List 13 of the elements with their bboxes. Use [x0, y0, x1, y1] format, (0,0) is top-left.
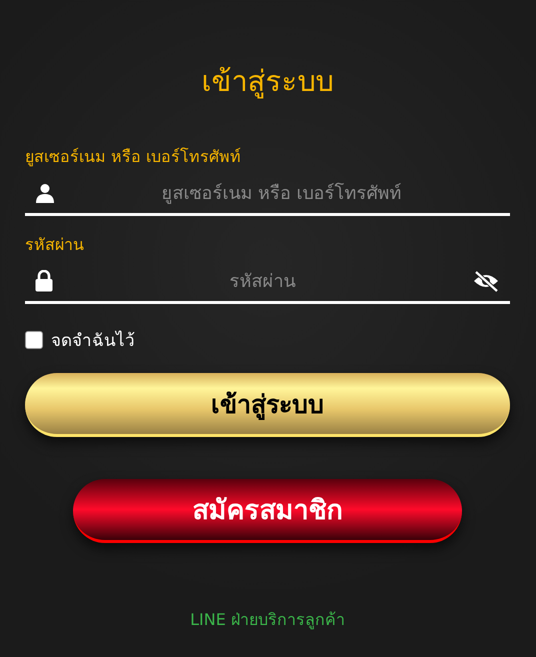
login-button[interactable]: เข้าสู่ระบบ: [25, 373, 510, 437]
field-label: รหัสผ่าน: [25, 234, 85, 256]
remember-label: จดจำฉันไว้: [51, 330, 135, 353]
field-label: ยูสเซอร์เนม หรือ เบอร์โทรศัพท์: [25, 146, 242, 168]
eye-slash-icon[interactable]: [472, 270, 500, 292]
lock-icon: [35, 270, 53, 292]
register-button[interactable]: สมัครสมาชิก: [73, 479, 462, 543]
username-field[interactable]: ยูสเซอร์เนม หรือ เบอร์โทรศัพท์: [63, 182, 500, 204]
user-icon: [35, 183, 55, 203]
remember-checkbox[interactable]: [25, 330, 43, 348]
support-link[interactable]: LINE ฝ่ายบริการลูกค้า: [190, 607, 345, 632]
password-field[interactable]: รหัสผ่าน: [61, 270, 464, 292]
page-title: เข้าสู่ระบบ: [200, 63, 334, 100]
